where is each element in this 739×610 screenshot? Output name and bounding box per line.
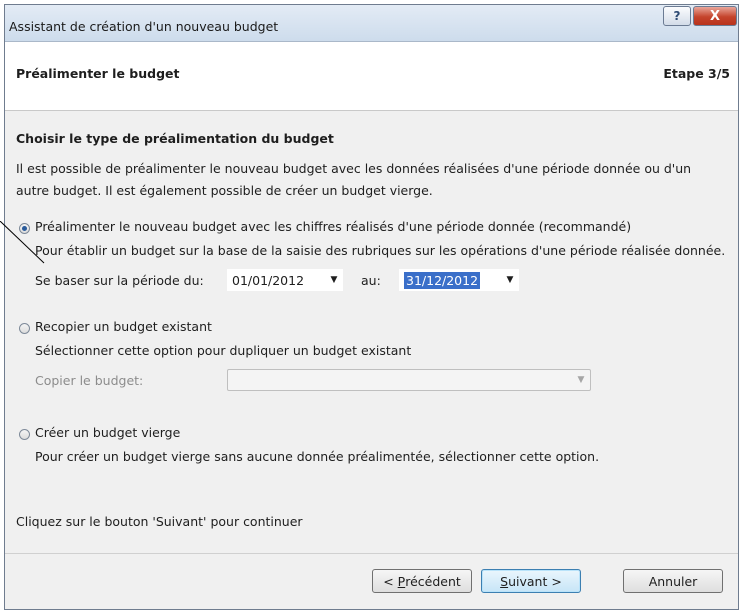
date-from-picker[interactable]: 01/01/2012 ▼ bbox=[227, 269, 343, 291]
step-indicator: Etape 3/5 bbox=[663, 66, 730, 81]
help-button[interactable]: ? bbox=[663, 6, 691, 26]
window-title: Assistant de création d'un nouveau budge… bbox=[9, 19, 279, 34]
wizard-header: Préalimenter le budget Etape 3/5 bbox=[5, 42, 738, 111]
close-icon: X bbox=[709, 8, 721, 24]
radio-blank-budget[interactable] bbox=[19, 429, 30, 440]
previous-button[interactable]: < Précédent bbox=[372, 569, 472, 593]
chevron-down-icon[interactable]: ▼ bbox=[572, 375, 590, 385]
date-to-value: 31/12/2012 bbox=[404, 271, 481, 289]
option-preload-period-label[interactable]: Préalimenter le nouveau budget avec les … bbox=[35, 219, 631, 234]
option-blank-budget-label[interactable]: Créer un budget vierge bbox=[35, 425, 180, 440]
cancel-label: Annuler bbox=[648, 573, 698, 589]
chevron-down-icon[interactable]: ▼ bbox=[501, 275, 519, 285]
option-blank-budget-description: Pour créer un budget vierge sans aucune … bbox=[35, 449, 600, 464]
close-button[interactable]: X bbox=[693, 6, 737, 26]
continue-hint: Cliquez sur le bouton 'Suivant' pour con… bbox=[16, 514, 303, 529]
cancel-button[interactable]: Annuler bbox=[623, 569, 723, 593]
previous-hotkey: P bbox=[397, 573, 406, 589]
option-copy-budget-label[interactable]: Recopier un budget existant bbox=[35, 319, 212, 334]
chevron-down-icon[interactable]: ▼ bbox=[325, 275, 343, 285]
page-title: Préalimenter le budget bbox=[16, 66, 180, 81]
intro-text-line1: Il est possible de préalimenter le nouve… bbox=[16, 161, 692, 176]
date-from-value: 01/01/2012 bbox=[232, 272, 305, 288]
wizard-window: Assistant de création d'un nouveau budge… bbox=[4, 4, 739, 610]
wizard-content: Choisir le type de préalimentation du bu… bbox=[5, 111, 738, 553]
period-to-label: au: bbox=[361, 273, 381, 288]
title-bar: Assistant de création d'un nouveau budge… bbox=[5, 5, 738, 42]
period-from-label: Se baser sur la période du: bbox=[35, 273, 204, 288]
wizard-footer: < Précédent Suivant > Annuler bbox=[5, 553, 738, 609]
radio-copy-budget[interactable] bbox=[19, 323, 30, 334]
option-preload-period-description: Pour établir un budget sur la base de la… bbox=[35, 243, 726, 258]
intro-text-line2: autre budget. Il est également possible … bbox=[16, 183, 433, 198]
next-button[interactable]: Suivant > bbox=[481, 569, 581, 593]
previous-label: récédent bbox=[405, 573, 461, 589]
next-label: uivant > bbox=[508, 573, 562, 589]
radio-preload-period[interactable] bbox=[19, 223, 30, 234]
copy-budget-label: Copier le budget: bbox=[35, 373, 144, 388]
copy-budget-select[interactable]: ▼ bbox=[227, 369, 591, 391]
next-hotkey: S bbox=[500, 573, 509, 589]
previous-prefix: < bbox=[383, 573, 398, 589]
date-to-picker[interactable]: 31/12/2012 ▼ bbox=[399, 269, 519, 291]
option-copy-budget-description: Sélectionner cette option pour dupliquer… bbox=[35, 343, 412, 358]
section-title: Choisir le type de préalimentation du bu… bbox=[16, 131, 334, 146]
help-icon: ? bbox=[673, 9, 681, 23]
